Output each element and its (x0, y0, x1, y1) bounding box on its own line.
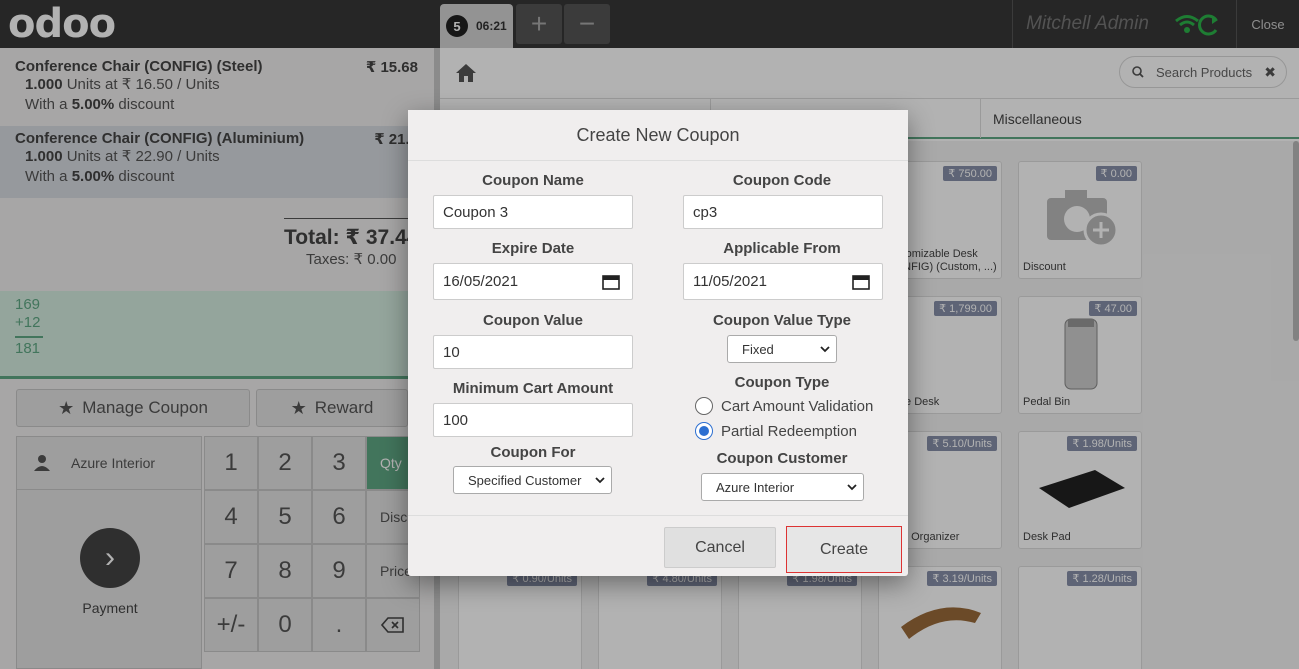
coupon-for-select[interactable]: Specified Customer (453, 466, 612, 494)
calendar-icon[interactable] (602, 274, 620, 290)
chevron-down-icon (595, 477, 605, 484)
radio-button[interactable] (695, 397, 713, 415)
coupon-value-input[interactable]: 10 (433, 335, 633, 369)
coupon-name-label: Coupon Name (482, 172, 584, 189)
chevron-down-icon (820, 346, 830, 353)
create-button[interactable]: Create (786, 526, 902, 573)
coupon-customer-select[interactable]: Azure Interior (701, 473, 864, 501)
coupon-value-label: Coupon Value (482, 312, 583, 329)
calendar-icon[interactable] (852, 274, 870, 290)
applicable-from-input[interactable]: 11/05/2021 (683, 263, 883, 300)
chevron-down-icon (847, 484, 857, 491)
coupon-customer-label: Coupon Customer (716, 450, 848, 467)
coupon-code-label: Coupon Code (732, 172, 832, 189)
coupon-type-label: Coupon Type (734, 374, 830, 391)
coupon-code-input[interactable]: cp3 (683, 195, 883, 229)
coupon-name-input[interactable]: Coupon 3 (433, 195, 633, 229)
expire-date-label: Expire Date (491, 240, 575, 257)
create-coupon-dialog: Create New Coupon Coupon Name Coupon Cod… (408, 110, 908, 576)
expire-date-input[interactable]: 16/05/2021 (433, 263, 633, 300)
cancel-button[interactable]: Cancel (664, 527, 776, 568)
coupon-for-label: Coupon For (490, 444, 576, 461)
applicable-from-label: Applicable From (723, 240, 841, 257)
radio-cart-amount-validation[interactable]: Cart Amount Validation (695, 397, 873, 415)
min-cart-amount-label: Minimum Cart Amount (452, 380, 614, 397)
dialog-footer: Cancel Create (408, 515, 908, 576)
radio-partial-redeemption[interactable]: Partial Redeemption (695, 422, 857, 440)
coupon-value-type-label: Coupon Value Type (712, 312, 852, 329)
dialog-title: Create New Coupon (408, 110, 908, 161)
coupon-value-type-select[interactable]: Fixed (727, 335, 837, 363)
min-cart-amount-input[interactable]: 100 (433, 403, 633, 437)
radio-button-checked[interactable] (695, 422, 713, 440)
